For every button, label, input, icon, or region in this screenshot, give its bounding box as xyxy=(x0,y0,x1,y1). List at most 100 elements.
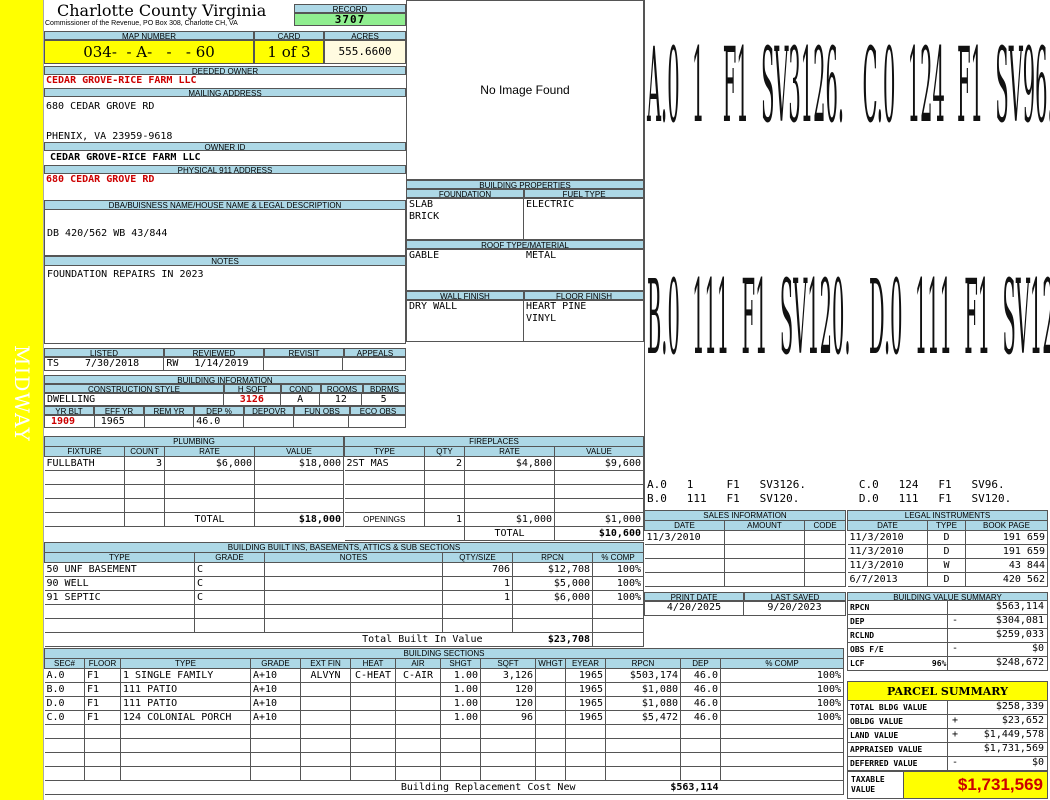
floor-finish-label: FLOOR FINISH xyxy=(524,291,644,300)
sales-row-cell xyxy=(724,558,805,573)
section-row-cell xyxy=(720,724,844,739)
card-number: 1 of 3 xyxy=(254,40,324,64)
builtins-h-rpcn: RPCN xyxy=(512,552,593,563)
bvs-row-label: DEP xyxy=(848,615,948,628)
legal-block: LEGAL INSTRUMENTS DATE TYPE BOOK PAGE 11/3… xyxy=(847,510,1048,587)
bvs-row: DEP - $304,081 xyxy=(847,615,1048,629)
section-row-cell xyxy=(84,724,121,739)
section-row-cell: 1.00 xyxy=(440,682,481,697)
section-row-cell xyxy=(120,752,251,767)
plumbing-h-value: VALUE xyxy=(254,446,344,457)
sections-h-9: WHGT xyxy=(535,658,566,669)
sales-row xyxy=(644,558,846,573)
parcel-row-sign: + xyxy=(951,729,959,740)
parcel-row-value: $1,449,578 xyxy=(983,729,1044,740)
builtin-row-cell: $12,708 xyxy=(512,562,593,577)
parcel-summary: PARCEL SUMMARY TOTAL BLDG VALUE $258,339 O… xyxy=(847,681,1048,799)
bvs-row-label: RCLND xyxy=(848,629,948,642)
section-row-cell xyxy=(300,710,351,725)
builtin-row-cell xyxy=(442,604,513,619)
builtin-row-cell: C xyxy=(194,576,265,591)
bvs-row: LCF 96% $248,672 xyxy=(847,657,1048,671)
legal-row-cell: 191 659 xyxy=(965,530,1048,545)
openings-qty: 1 xyxy=(424,512,465,527)
section-row-cell xyxy=(300,752,351,767)
fireplace-h-type: TYPE xyxy=(344,446,425,457)
acres-label: ACRES xyxy=(324,31,406,40)
fireplace-row xyxy=(344,484,644,499)
section-row-cell xyxy=(350,724,396,739)
parcel-row-label: DEFERRED VALUE xyxy=(848,757,948,770)
builtin-row xyxy=(44,618,644,633)
sales-h-amount: AMOUNT xyxy=(724,520,805,531)
section-row-cell xyxy=(535,738,566,753)
builtins-h-notes: NOTES xyxy=(264,552,443,563)
sections-table: BUILDING SECTIONS SEC# FLOOR TYPE GRADE EXT … xyxy=(44,648,844,795)
section-row-cell xyxy=(44,724,85,739)
sections-h-10: EYEAR xyxy=(565,658,606,669)
building-information: BUILDING INFORMATION CONSTRUCTION STYLE … xyxy=(44,375,406,428)
section-row-cell: C-HEAT xyxy=(350,668,396,683)
listed-label: LISTED xyxy=(44,348,164,357)
legal-row-cell: D xyxy=(927,572,966,587)
plumbing-row-cell: $6,000 xyxy=(164,456,255,471)
fireplace-row-cell xyxy=(424,498,465,513)
fireplaces-total-label: TOTAL xyxy=(464,526,555,541)
fireplace-row-cell xyxy=(344,484,425,499)
foundation-2: BRICK xyxy=(409,211,440,222)
legal-h-type: TYPE xyxy=(927,520,966,531)
brcn-label: Building Replacement Cost New xyxy=(44,780,606,795)
bvs-row: OBS F/E - $0 xyxy=(847,643,1048,657)
bvs-row-value: $563,114 xyxy=(995,601,1044,612)
mailing-line-1: 680 CEDAR GROVE RD xyxy=(46,101,155,112)
plumbing-row xyxy=(44,470,344,485)
brcn-value: $563,114 xyxy=(605,780,721,795)
section-row-cell xyxy=(535,710,566,725)
openings-value: $1,000 xyxy=(554,512,644,527)
section-row-cell: A.0 xyxy=(44,668,85,683)
plumbing-label: PLUMBING xyxy=(44,436,344,447)
fuel-type: ELECTRIC xyxy=(526,199,575,210)
plumbing-row-cell xyxy=(44,470,125,485)
construction-style: DWELLING xyxy=(45,394,224,405)
bvs-row-sign: - xyxy=(951,615,959,626)
sales-row-cell xyxy=(644,544,725,559)
legal-h-bookpage: BOOK PAGE xyxy=(965,520,1048,531)
builtins-total-label: Total Built In Value xyxy=(44,632,513,647)
roof-type: GABLE xyxy=(409,250,440,261)
plumbing-row-cell xyxy=(124,498,165,513)
notes-value: FOUNDATION REPAIRS IN 2023 xyxy=(47,269,204,280)
builtin-row-cell xyxy=(264,562,443,577)
section-row-cell: A+10 xyxy=(250,710,301,725)
last-saved: 9/20/2023 xyxy=(767,602,822,613)
notes-label: NOTES xyxy=(45,257,405,266)
fireplace-h-rate: RATE xyxy=(464,446,555,457)
builtin-row-cell: 50 UNF BASEMENT xyxy=(44,562,195,577)
sketch-line-1: A.0 1 F1 SV3126. C.0 124 F1 SV96. xyxy=(647,26,1050,146)
sales-row: 11/3/2010 xyxy=(644,530,846,545)
bvs-row-label: RPCN xyxy=(848,601,948,614)
section-row-cell xyxy=(395,766,441,781)
fireplace-row-cell xyxy=(464,498,555,513)
section-row-cell: 100% xyxy=(720,668,844,683)
section-row-cell xyxy=(395,738,441,753)
fireplace-row-cell: $9,600 xyxy=(554,456,644,471)
builtin-row-cell: C xyxy=(194,562,265,577)
legal-row: 11/3/2010 D 191 659 xyxy=(847,544,1048,559)
section-row-cell xyxy=(565,766,606,781)
commissioner-address: Commissioner of the Revenue, PO Box 308,… xyxy=(45,20,238,27)
mailing-address-label: MAILING ADDRESS xyxy=(44,88,406,97)
sections-h-11: RPCN xyxy=(605,658,681,669)
section-row: D.0 F1 111 PATIO A+10 1.00 120 1965 $1,080 46.0 1… xyxy=(44,696,844,711)
sales-h-code: CODE xyxy=(804,520,846,531)
bvs-row-sign: - xyxy=(951,643,959,654)
year-built: 1909 xyxy=(45,416,95,427)
section-row-cell: 46.0 xyxy=(680,696,721,711)
builtin-row-cell xyxy=(44,604,195,619)
legal-row-cell: 43 844 xyxy=(965,558,1048,573)
legal-row-cell: 191 659 xyxy=(965,544,1048,559)
reviewed-date: 1/14/2019 xyxy=(194,358,249,369)
section-row-cell xyxy=(250,752,301,767)
print-date-label: PRINT DATE xyxy=(644,592,744,601)
building-sections: BUILDING SECTIONS SEC# FLOOR TYPE GRADE EXT … xyxy=(44,648,844,795)
